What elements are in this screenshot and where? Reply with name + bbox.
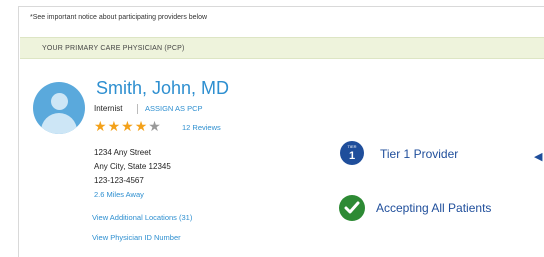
- divider: [137, 104, 138, 114]
- pcp-banner: YOUR PRIMARY CARE PHYSICIAN (PCP): [20, 37, 544, 59]
- avatar-icon: [33, 82, 85, 134]
- check-circle-icon: [339, 195, 365, 221]
- pcp-banner-label: YOUR PRIMARY CARE PHYSICIAN (PCP): [42, 45, 185, 52]
- address-line-2: Any City, State 12345: [94, 162, 171, 171]
- accepting-patients-label: Accepting All Patients: [376, 201, 492, 215]
- chevron-left-icon[interactable]: ◀: [534, 150, 542, 163]
- provider-name-link[interactable]: Smith, John, MD: [96, 78, 229, 99]
- star-icon: ★: [94, 118, 107, 134]
- tier-badge-icon: TIER 1: [340, 141, 364, 165]
- star-rating: ★ ★ ★ ★ ★: [94, 119, 161, 133]
- star-icon: ★: [134, 118, 148, 134]
- distance-link[interactable]: 2.6 Miles Away: [94, 190, 144, 199]
- tier-badge-number: 1: [348, 150, 356, 162]
- notice-text: *See important notice about participatin…: [30, 14, 208, 21]
- star-icon: ★: [107, 118, 121, 134]
- additional-locations-link[interactable]: View Additional Locations (31): [92, 213, 192, 222]
- star-icon: ★: [148, 118, 161, 134]
- provider-specialty: Internist: [94, 104, 123, 113]
- tier-badge-top: TIER: [347, 144, 357, 149]
- phone-number: 123-123-4567: [94, 176, 144, 185]
- tier-label: Tier 1 Provider: [380, 147, 459, 161]
- physician-id-link[interactable]: View Physician ID Number: [92, 233, 181, 242]
- assign-pcp-link[interactable]: ASSIGN AS PCP: [145, 104, 203, 113]
- reviews-link[interactable]: 12 Reviews: [182, 123, 221, 132]
- address-line-1: 1234 Any Street: [94, 148, 151, 157]
- star-icon: ★: [121, 118, 134, 134]
